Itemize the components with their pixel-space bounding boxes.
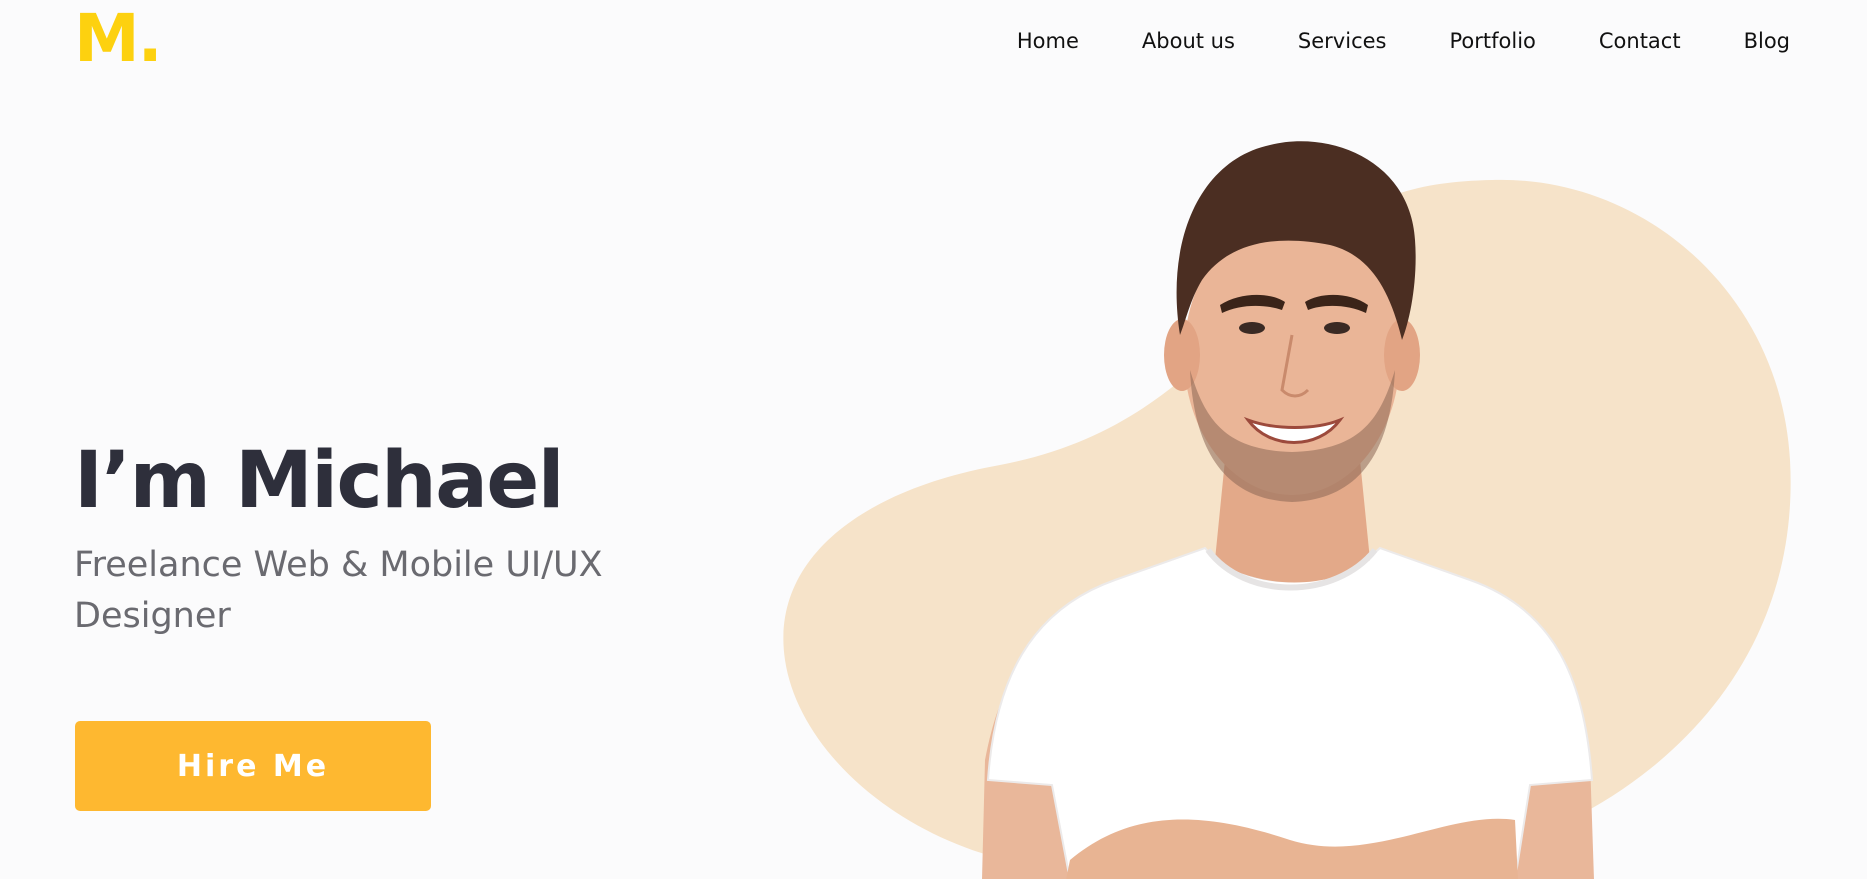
page: M. Home About us Services Portfolio Cont… xyxy=(0,0,1867,879)
nav-item-blog[interactable]: Blog xyxy=(1744,26,1790,56)
nav-item-about-us[interactable]: About us xyxy=(1142,26,1235,56)
logo[interactable]: M. xyxy=(74,6,163,72)
hero-subtitle: Freelance Web & Mobile UI/UX Designer xyxy=(74,545,603,636)
main-nav: Home About us Services Portfolio Contact… xyxy=(954,26,1790,56)
hero-title: I’m Michael xyxy=(74,436,564,526)
hero-visual xyxy=(770,120,1810,879)
nav-item-contact[interactable]: Contact xyxy=(1599,26,1681,56)
nav-item-services[interactable]: Services xyxy=(1298,26,1387,56)
nav-item-portfolio[interactable]: Portfolio xyxy=(1449,26,1535,56)
hire-me-button[interactable]: Hire Me xyxy=(75,721,431,811)
nav-item-home[interactable]: Home xyxy=(1017,26,1079,56)
hero-illustration xyxy=(783,141,1791,879)
